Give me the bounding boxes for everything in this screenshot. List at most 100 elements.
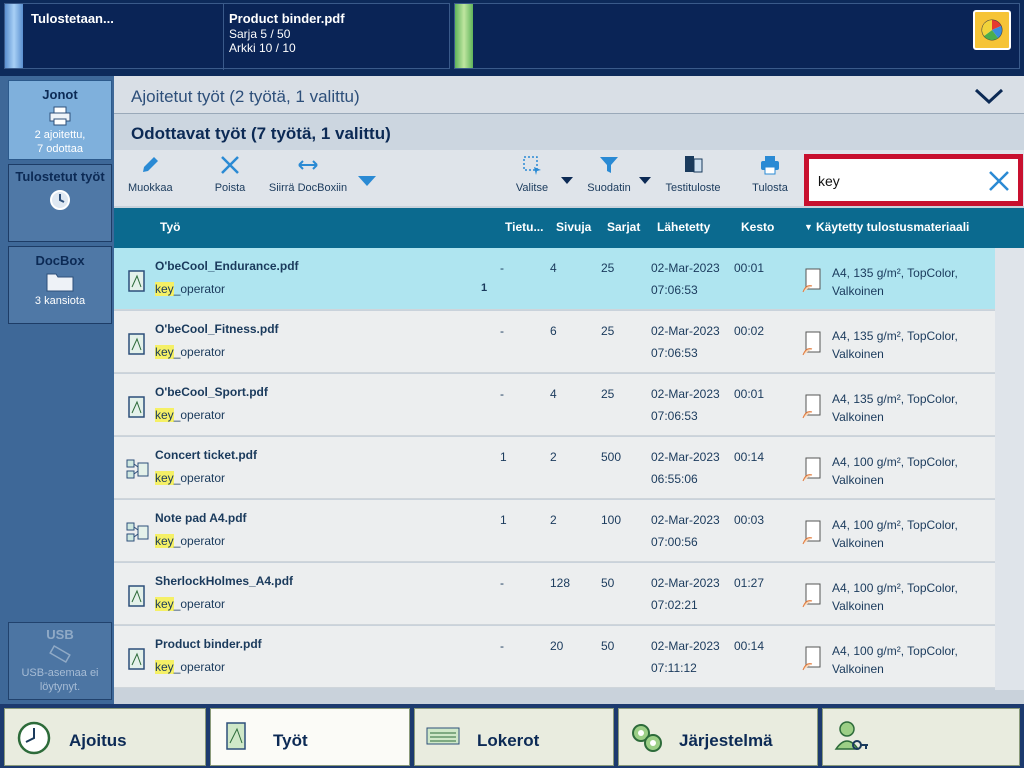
job-sent-date: 02-Mar-2023 — [651, 387, 720, 401]
job-media-line1: A4, 135 g/m², TopColor, — [832, 266, 958, 280]
job-owner: key_operator — [155, 282, 225, 296]
select-dropdown-icon[interactable] — [560, 176, 574, 185]
job-pages: 2 — [550, 513, 557, 527]
job-owner: key_operator — [155, 534, 225, 548]
variable-data-icon — [126, 459, 149, 481]
move-to-docbox-button[interactable]: Siirrä DocBoxiin — [268, 154, 348, 194]
job-info: - — [500, 387, 504, 401]
table-row[interactable]: Concert ticket.pdf key_operator 1 2 500 02-Ma… — [114, 437, 995, 499]
table-header: Työ Tietu... Sivuja Sarjat Lähetetty Kes… — [114, 208, 1024, 248]
search-input-value: key — [818, 173, 840, 189]
waiting-jobs-title: Odottavat työt (7 työtä, 1 valittu) — [131, 124, 391, 143]
job-owner-rest: _operator — [173, 597, 226, 611]
job-pages: 128 — [550, 576, 571, 590]
job-pages: 6 — [550, 324, 557, 338]
scrollbar[interactable] — [995, 248, 1024, 690]
scheduled-jobs-header[interactable]: Ajoitetut työt (2 työtä, 1 valittu) — [114, 76, 1024, 114]
history-icon — [47, 188, 73, 212]
col-pages[interactable]: Sivuja — [556, 220, 591, 234]
job-sent-time: 07:00:56 — [651, 535, 698, 549]
table-row[interactable]: Note pad A4.pdf key_operator 1 2 100 02-Mar-2… — [114, 500, 995, 562]
filter-button[interactable]: Suodatin — [586, 154, 632, 194]
search-input[interactable]: key — [809, 159, 1018, 201]
chevron-down-icon[interactable] — [974, 86, 1004, 106]
nav-docbox-sub: 3 kansiota — [34, 295, 86, 307]
tab-jobs-label: Työt — [273, 731, 308, 750]
system-status-button[interactable] — [973, 10, 1011, 50]
col-info[interactable]: Tietu... — [505, 220, 543, 234]
job-media-line1: A4, 135 g/m², TopColor, — [832, 392, 958, 406]
job-sent-date: 02-Mar-2023 — [651, 324, 720, 338]
tab-user[interactable] — [822, 708, 1020, 766]
nav-printed-title: Tulostetut työt — [15, 169, 105, 184]
job-media-line1: A4, 100 g/m², TopColor, — [832, 581, 958, 595]
variable-data-icon — [126, 522, 149, 544]
job-sets: 50 — [601, 639, 615, 653]
job-owner: key_operator — [155, 660, 225, 674]
nav-printed-jobs[interactable]: Tulostetut työt — [8, 164, 112, 242]
job-media-line2: Valkoinen — [832, 599, 884, 613]
job-owner: key_operator — [155, 471, 225, 485]
job-sent-date: 02-Mar-2023 — [651, 450, 720, 464]
table-row[interactable]: O'beCool_Fitness.pdf key_operator -6 25 02-M… — [114, 311, 995, 373]
printing-status-panel[interactable]: Tulostetaan... Product binder.pdf Sarja … — [4, 3, 450, 70]
table-row[interactable]: O'beCool_Endurance.pdf key_operator 1-4 25 0… — [114, 248, 995, 310]
table-row[interactable]: Product binder.pdf key_operator - 20 50 02-Ma… — [114, 626, 995, 688]
document-icon — [126, 585, 148, 607]
proof-print-button[interactable]: Testituloste — [662, 154, 724, 194]
clear-search-icon[interactable] — [988, 170, 1010, 192]
col-sent[interactable]: Lähetetty — [657, 220, 710, 234]
tab-jobs[interactable]: Työt — [210, 708, 410, 766]
document-icon — [126, 396, 148, 418]
job-sent-time: 07:06:53 — [651, 409, 698, 423]
tab-schedule[interactable]: Ajoitus — [4, 708, 206, 766]
media-icon — [802, 457, 821, 482]
proof-label: Testituloste — [665, 182, 721, 194]
job-duration: 00:14 — [734, 450, 765, 464]
col-job[interactable]: Työ — [160, 220, 180, 234]
job-sent-time: 07:06:53 — [651, 283, 698, 297]
job-owner: key_operator — [155, 597, 225, 611]
job-duration: 00:14 — [734, 639, 765, 653]
job-media-line1: A4, 100 g/m², TopColor, — [832, 518, 958, 532]
job-badge: 1 — [481, 282, 488, 294]
filter-icon — [600, 157, 618, 173]
set-progress: Sarja 5 / 50 — [229, 27, 291, 41]
filter-dropdown-icon[interactable] — [638, 176, 652, 185]
nav-docbox[interactable]: DocBox 3 kansiota — [8, 246, 112, 324]
edit-button[interactable]: Muokkaa — [128, 154, 173, 194]
col-sets[interactable]: Sarjat — [607, 220, 640, 234]
col-media[interactable]: Käytetty tulostusmateriaali — [816, 220, 969, 234]
table-row[interactable]: O'beCool_Sport.pdf key_operator -4 25 02-Mar… — [114, 374, 995, 436]
select-button[interactable]: Valitse — [514, 154, 550, 194]
search-field-frame: key — [804, 154, 1023, 206]
more-dropdown-icon[interactable] — [356, 174, 378, 188]
media-icon — [802, 394, 821, 419]
job-sent-time: 06:55:06 — [651, 472, 698, 486]
tab-trays[interactable]: Lokerot — [414, 708, 614, 766]
job-owner-rest: _operator — [173, 534, 226, 548]
nav-docbox-title: DocBox — [35, 253, 85, 268]
job-sent-date: 02-Mar-2023 — [651, 261, 720, 275]
document-icon — [126, 270, 148, 292]
table-row[interactable]: SherlockHolmes_A4.pdf key_operator -128 50 0… — [114, 563, 995, 625]
job-media-line1: A4, 100 g/m², TopColor, — [832, 455, 958, 469]
current-job-name: Product binder.pdf — [229, 11, 345, 26]
nav-usb-line1: USB-asemaa ei — [21, 667, 99, 679]
job-owner-rest: _operator — [173, 408, 226, 422]
job-name: Product binder.pdf — [155, 637, 262, 651]
main-panel: Ajoitetut työt (2 työtä, 1 valittu) Odot… — [114, 76, 1024, 704]
job-duration: 00:01 — [734, 387, 765, 401]
media-icon — [802, 646, 821, 671]
select-icon — [523, 156, 541, 175]
print-button[interactable]: Tulosta — [750, 154, 790, 194]
col-duration[interactable]: Kesto — [741, 220, 774, 234]
job-info: 1 — [500, 450, 507, 464]
job-owner: key_operator — [155, 345, 225, 359]
document-icon — [226, 722, 246, 750]
sheet-progress: Arkki 10 / 10 — [229, 41, 296, 55]
delete-button[interactable]: Poista — [212, 154, 248, 194]
nav-queues[interactable]: Jonot 2 ajoitettu, 7 odottaa — [8, 80, 112, 160]
tab-system[interactable]: Järjestelmä — [618, 708, 818, 766]
job-info: - — [500, 576, 504, 590]
